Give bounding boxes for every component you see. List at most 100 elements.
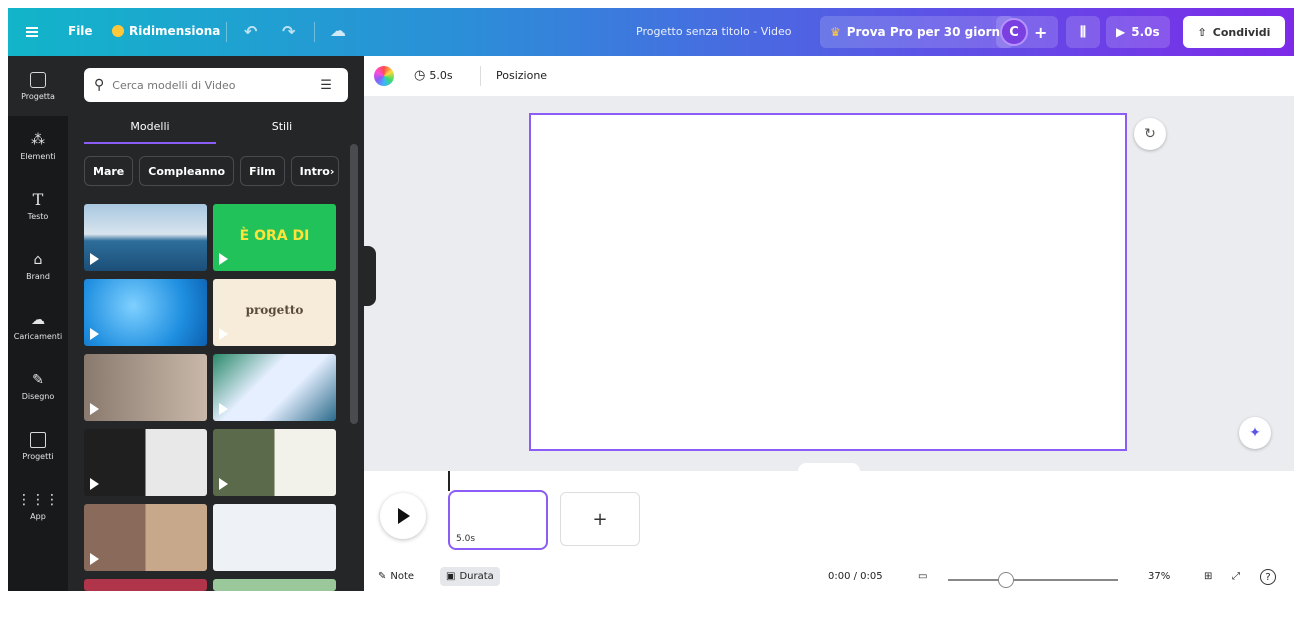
fit-screen-icon[interactable]: ▭ xyxy=(918,571,927,582)
fullscreen-icon[interactable]: ⤢ xyxy=(1232,571,1240,582)
divider xyxy=(480,66,481,86)
file-menu[interactable]: File xyxy=(68,24,93,38)
time-text: 0:00 / 0:05 xyxy=(828,571,883,582)
rail-label: Disegno xyxy=(21,391,55,401)
templates-panel: ⚲ ☰ Modelli Stili Mare Compleanno Film I… xyxy=(68,56,364,591)
chip-sea[interactable]: Mare xyxy=(84,156,134,186)
filter-icon[interactable]: ☰ xyxy=(320,78,332,93)
rail-item-draw[interactable]: ✎ Disegno xyxy=(8,356,68,416)
crown-icon: ♛ xyxy=(830,25,841,39)
divider xyxy=(314,22,315,42)
share-button[interactable]: ⇧ Condividi xyxy=(1183,16,1285,48)
refresh-icon[interactable]: ↻ xyxy=(1134,118,1166,150)
timer-icon: ▣ xyxy=(446,571,456,582)
text-icon: T xyxy=(32,189,44,209)
template-thumb[interactable] xyxy=(84,579,207,591)
share-label: Condividi xyxy=(1212,25,1271,39)
panel-scrollbar[interactable] xyxy=(350,144,358,424)
template-thumb[interactable] xyxy=(213,579,336,591)
rail-item-text[interactable]: T Testo xyxy=(8,176,68,236)
grid-view-icon[interactable]: ⊞ xyxy=(1204,571,1212,582)
project-title[interactable]: Progetto senza titolo - Video xyxy=(636,25,792,38)
play-icon xyxy=(90,403,99,415)
rail-item-projects[interactable]: Progetti xyxy=(8,416,68,476)
chip-birthday[interactable]: Compleanno xyxy=(139,156,235,186)
duration-label: 5.0s xyxy=(429,69,453,82)
project-title-text: Progetto senza titolo - Video xyxy=(636,25,792,38)
template-thumb[interactable] xyxy=(84,354,207,421)
magic-assistant-icon[interactable]: ✦ xyxy=(1239,417,1271,449)
timeline: 5.0s + ✎ Note ▣ Durata 0:00 / 0:05 ▭ 37%… xyxy=(364,463,1294,591)
duration-toggle[interactable]: ▣ Durata xyxy=(440,567,500,586)
zoom-slider-knob[interactable] xyxy=(998,572,1014,588)
rail-item-apps[interactable]: ⋮⋮⋮ App xyxy=(8,476,68,536)
menu-icon[interactable] xyxy=(26,25,38,39)
crown-icon xyxy=(112,25,124,37)
play-duration: 5.0s xyxy=(1131,25,1160,39)
avatar[interactable]: C xyxy=(1000,18,1028,46)
play-preview-button[interactable]: ▶ 5.0s xyxy=(1106,16,1170,48)
time-readout: 0:00 / 0:05 xyxy=(828,571,883,582)
add-clip-button[interactable]: + xyxy=(560,492,640,546)
rail-item-uploads[interactable]: ☁ Caricamenti xyxy=(8,296,68,356)
timeline-play-button[interactable] xyxy=(380,493,426,539)
app-window: File Ridimensiona ↶ ↷ ☁ Progetto senza t… xyxy=(8,8,1294,591)
try-pro-button[interactable]: ♛ Prova Pro per 30 giorni xyxy=(820,16,1015,48)
help-icon[interactable]: ? xyxy=(1260,569,1276,585)
play-icon xyxy=(219,328,228,340)
notes-button[interactable]: ✎ Note xyxy=(378,571,414,582)
rail-label: Elementi xyxy=(20,151,56,161)
play-icon xyxy=(219,403,228,415)
insights-button[interactable]: ⫼ xyxy=(1066,16,1100,48)
bottom-bar: ✎ Note ▣ Durata 0:00 / 0:05 ▭ 37% ⊞ ⤢ ? xyxy=(364,567,1294,591)
shapes-icon: ⁂ xyxy=(31,131,45,148)
chip-film[interactable]: Film xyxy=(240,156,285,186)
undo-icon[interactable]: ↶ xyxy=(244,22,257,41)
rail-label: Brand xyxy=(26,271,50,281)
divider xyxy=(226,22,227,42)
rail-item-elements[interactable]: ⁂ Elementi xyxy=(8,116,68,176)
play-icon xyxy=(90,253,99,265)
timeline-clip[interactable]: 5.0s xyxy=(448,490,548,550)
template-thumb[interactable] xyxy=(213,429,336,496)
play-icon xyxy=(90,478,99,490)
zoom-slider[interactable] xyxy=(948,579,1118,581)
tab-styles[interactable]: Stili xyxy=(216,114,348,144)
rail-item-design[interactable]: Progetta xyxy=(8,56,68,116)
template-thumb[interactable] xyxy=(84,429,207,496)
redo-icon[interactable]: ↷ xyxy=(282,22,295,41)
tab-templates[interactable]: Modelli xyxy=(84,114,216,144)
collapse-panel-handle[interactable] xyxy=(364,246,376,306)
template-thumb[interactable] xyxy=(84,204,207,271)
position-button[interactable]: Posizione xyxy=(496,69,547,82)
template-thumb[interactable]: È ORA DI xyxy=(213,204,336,271)
template-thumb[interactable] xyxy=(84,279,207,346)
playhead[interactable] xyxy=(448,471,450,491)
collaborators[interactable]: C + xyxy=(996,16,1058,48)
timeline-handle[interactable] xyxy=(798,463,860,473)
add-collaborator-button[interactable]: + xyxy=(1034,23,1047,42)
template-thumb[interactable] xyxy=(213,504,336,571)
brand-icon: ⌂ xyxy=(33,251,43,268)
upload-icon: ☁ xyxy=(31,311,45,328)
chip-intro-label: Intro xyxy=(299,164,330,178)
search-box[interactable]: ⚲ ☰ xyxy=(84,68,348,102)
share-icon: ⇧ xyxy=(1197,25,1207,39)
cloud-save-icon[interactable]: ☁ xyxy=(330,21,346,40)
rail-label: Progetta xyxy=(21,91,55,101)
duration-button[interactable]: ◷ 5.0s xyxy=(414,68,453,83)
template-thumb[interactable] xyxy=(213,354,336,421)
resize-button[interactable]: Ridimensiona xyxy=(112,24,220,38)
top-bar: File Ridimensiona ↶ ↷ ☁ Progetto senza t… xyxy=(8,8,1294,56)
design-page[interactable] xyxy=(529,113,1127,451)
search-input[interactable] xyxy=(112,78,313,92)
template-thumb[interactable] xyxy=(84,504,207,571)
rail-item-brand[interactable]: ⌂ Brand xyxy=(8,236,68,296)
layout-icon xyxy=(30,71,46,88)
template-thumb[interactable]: progetto xyxy=(213,279,336,346)
color-wheel-icon[interactable] xyxy=(374,66,394,86)
chip-intro[interactable]: Intro › xyxy=(290,156,339,186)
duration-toggle-label: Durata xyxy=(459,571,494,582)
draw-icon: ✎ xyxy=(32,371,44,388)
zoom-level[interactable]: 37% xyxy=(1148,571,1170,582)
